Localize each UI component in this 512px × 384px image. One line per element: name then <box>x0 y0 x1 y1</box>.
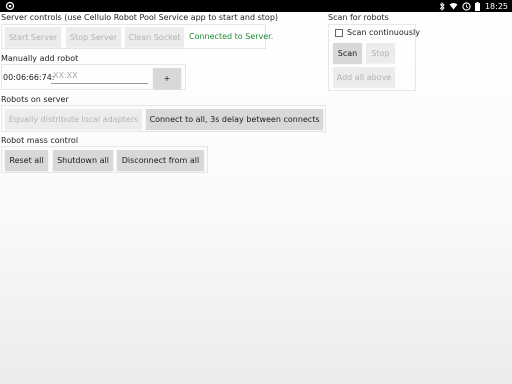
server-status-text: Connected to Server. <box>189 32 274 41</box>
wifi-icon <box>449 2 458 10</box>
shutdown-all-button[interactable]: Shutdown all <box>53 150 113 170</box>
scan-button[interactable]: Scan <box>333 43 362 63</box>
status-bar: 18:25 <box>0 0 512 12</box>
robots-on-server-label: Robots on server <box>1 95 69 104</box>
stop-scan-button[interactable]: Stop <box>366 43 395 63</box>
server-controls-label: Server controls (use Cellulo Robot Pool … <box>1 13 279 22</box>
scan-continuously-checkbox[interactable] <box>335 28 343 37</box>
scan-continuously-row[interactable]: Scan continuously <box>335 28 420 37</box>
start-server-button[interactable]: Start Server <box>5 27 61 47</box>
scan-for-robots-label: Scan for robots <box>328 13 389 22</box>
add-all-above-button[interactable]: Add all above <box>333 67 395 87</box>
bluetooth-icon <box>439 1 445 11</box>
stop-server-button[interactable]: Stop Server <box>66 27 121 47</box>
distribute-adapters-button[interactable]: Equally distribute local adapters <box>5 109 142 129</box>
clean-socket-button[interactable]: Clean Socket <box>125 27 184 47</box>
app-notification-icon <box>5 1 15 11</box>
connect-all-button[interactable]: Connect to all, 3s delay between connect… <box>146 109 323 129</box>
mac-prefix-text: 00:06:66:74: <box>3 73 55 82</box>
alarm-icon <box>462 1 471 11</box>
robot-mass-control-label: Robot mass control <box>1 136 79 145</box>
add-robot-button[interactable]: + <box>153 68 181 88</box>
reset-all-button[interactable]: Reset all <box>5 150 48 170</box>
battery-icon <box>474 1 480 11</box>
scan-continuously-label: Scan continuously <box>347 28 420 37</box>
manually-add-robot-label: Manually add robot <box>1 54 79 63</box>
disconnect-all-button[interactable]: Disconnect from all <box>117 150 204 170</box>
mac-suffix-input[interactable] <box>51 68 148 84</box>
clock-time: 18:25 <box>484 1 508 11</box>
